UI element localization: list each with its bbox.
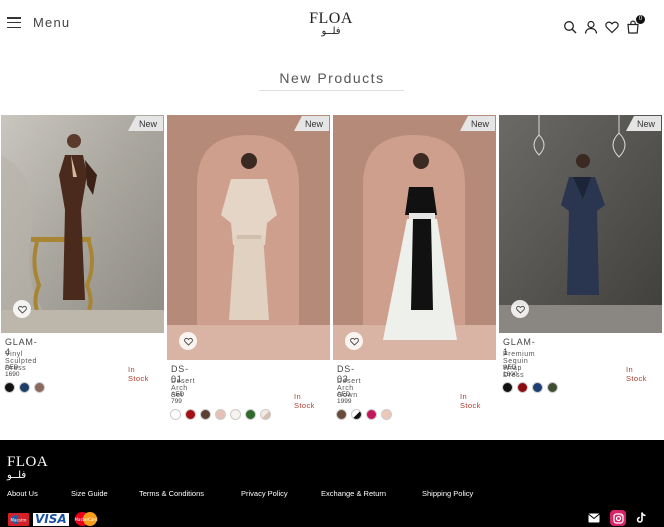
product-price: AED 1999 xyxy=(337,391,352,405)
footer-logo-arabic: فلــو xyxy=(7,470,27,481)
footer-link-shipping[interactable]: Shipping Policy xyxy=(422,489,502,498)
title-divider xyxy=(259,90,404,91)
site-header: Menu FLOA فلــو 0 xyxy=(0,0,664,50)
product-image[interactable]: New xyxy=(167,115,330,360)
site-footer: FLOA فلــو About Us Size Guide Terms & C… xyxy=(0,440,664,527)
product-price: AED 1690 xyxy=(5,364,20,378)
stock-status: In Stock xyxy=(128,365,149,383)
stock-status: In Stock xyxy=(626,365,647,383)
logo-arabic: فلــو xyxy=(321,26,341,37)
cart-button[interactable]: 0 xyxy=(626,15,645,34)
stock-status: In Stock xyxy=(294,392,315,410)
menu-button[interactable]: Menu xyxy=(7,15,70,30)
color-swatch[interactable] xyxy=(260,409,271,420)
color-swatches xyxy=(4,382,45,393)
footer-link-privacy[interactable]: Privacy Policy xyxy=(241,489,321,498)
color-swatch[interactable] xyxy=(200,409,211,420)
search-icon[interactable] xyxy=(563,20,577,34)
color-swatch[interactable] xyxy=(351,409,362,420)
footer-links: About Us Size Guide Terms & Conditions P… xyxy=(7,489,502,498)
product-image[interactable]: New xyxy=(499,115,662,333)
footer-link-size-guide[interactable]: Size Guide xyxy=(71,489,139,498)
color-swatches xyxy=(336,409,392,420)
email-icon[interactable] xyxy=(588,513,600,523)
heart-icon xyxy=(349,337,359,346)
stock-status: In Stock xyxy=(460,392,481,410)
section-title: New Products xyxy=(279,70,385,86)
heart-icon[interactable] xyxy=(605,20,619,34)
color-swatch[interactable] xyxy=(185,409,196,420)
footer-logo-text: FLOA xyxy=(7,454,49,470)
menu-label: Menu xyxy=(33,15,71,30)
wishlist-button[interactable] xyxy=(511,300,529,318)
color-swatch[interactable] xyxy=(366,409,377,420)
user-icon[interactable] xyxy=(584,20,598,34)
color-swatch[interactable] xyxy=(517,382,528,393)
color-swatch[interactable] xyxy=(34,382,45,393)
maestro-label: Maestro xyxy=(10,517,27,522)
footer-link-terms[interactable]: Terms & Conditions xyxy=(139,489,241,498)
color-swatch[interactable] xyxy=(19,382,30,393)
wishlist-button[interactable] xyxy=(13,300,31,318)
payment-methods: Maestro VISA MasterCard xyxy=(8,512,99,526)
footer-link-exchange[interactable]: Exchange & Return xyxy=(321,489,422,498)
wishlist-button[interactable] xyxy=(345,332,363,350)
color-swatch[interactable] xyxy=(547,382,558,393)
footer-logo[interactable]: FLOA فلــو xyxy=(7,454,51,482)
product-price: AED 799 xyxy=(171,391,185,405)
color-swatch[interactable] xyxy=(502,382,513,393)
color-swatch[interactable] xyxy=(215,409,226,420)
color-swatches xyxy=(170,409,271,420)
mastercard-label: MasterCard xyxy=(74,517,97,522)
color-swatch[interactable] xyxy=(532,382,543,393)
product-price: AED 1800 xyxy=(503,364,518,378)
color-swatch[interactable] xyxy=(230,409,241,420)
visa-icon: VISA xyxy=(33,511,69,526)
logo-text: FLOA xyxy=(309,10,353,27)
mastercard-icon: MasterCard xyxy=(74,512,98,526)
heart-icon xyxy=(17,305,27,314)
cart-count-badge: 0 xyxy=(636,15,645,24)
color-swatch[interactable] xyxy=(381,409,392,420)
color-swatch[interactable] xyxy=(336,409,347,420)
color-swatch[interactable] xyxy=(245,409,256,420)
color-swatch[interactable] xyxy=(4,382,15,393)
site-logo[interactable]: FLOA فلــو xyxy=(309,10,353,38)
instagram-icon[interactable] xyxy=(610,510,626,526)
color-swatches xyxy=(502,382,558,393)
maestro-icon: Maestro xyxy=(8,512,29,526)
color-swatch[interactable] xyxy=(170,409,181,420)
heart-icon xyxy=(183,337,193,346)
product-image[interactable]: New xyxy=(333,115,496,360)
wishlist-button[interactable] xyxy=(179,332,197,350)
social-links xyxy=(588,510,647,526)
heart-icon xyxy=(515,305,525,314)
tiktok-icon[interactable] xyxy=(636,512,647,524)
footer-link-about[interactable]: About Us xyxy=(7,489,71,498)
hamburger-icon xyxy=(7,17,21,28)
product-image[interactable]: New xyxy=(1,115,164,333)
